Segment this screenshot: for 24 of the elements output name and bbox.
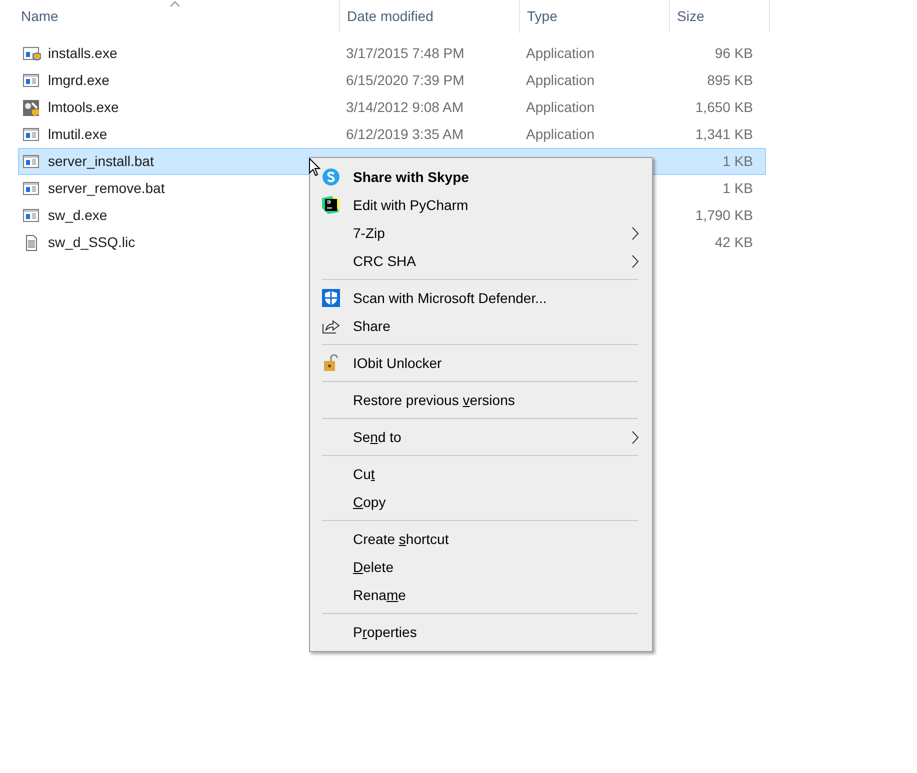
size-cell: 96 KB bbox=[714, 45, 753, 61]
file-name: lmutil.exe bbox=[48, 125, 108, 144]
file-name: installs.exe bbox=[48, 44, 118, 63]
date-cell: 3/14/2012 9:08 AM bbox=[346, 99, 464, 115]
size-cell: 895 KB bbox=[707, 72, 753, 88]
size-cell: 1,790 KB bbox=[695, 207, 753, 223]
date-cell: 3/17/2015 7:48 PM bbox=[346, 45, 464, 61]
type-cell: Application bbox=[526, 99, 594, 115]
size-cell: 1,341 KB bbox=[695, 126, 753, 142]
type-cell: Application bbox=[526, 126, 594, 142]
file-name: lmgrd.exe bbox=[48, 71, 110, 90]
type-cell: Application bbox=[526, 72, 594, 88]
size-cell: 1,650 KB bbox=[695, 99, 753, 115]
date-cell: 6/15/2020 7:39 PM bbox=[346, 72, 464, 88]
file-name: sw_d.exe bbox=[48, 206, 108, 225]
file-name: server_remove.bat bbox=[48, 179, 165, 198]
size-cell: 42 KB bbox=[714, 234, 753, 250]
size-cell: 1 KB bbox=[722, 153, 753, 169]
date-cell: 6/12/2019 3:35 AM bbox=[346, 126, 464, 142]
file-name: server_install.bat bbox=[48, 152, 154, 171]
file-name: lmtools.exe bbox=[48, 98, 119, 117]
file-name: sw_d_SSQ.lic bbox=[48, 233, 136, 252]
type-cell: Application bbox=[526, 45, 594, 61]
size-cell: 1 KB bbox=[722, 180, 753, 196]
